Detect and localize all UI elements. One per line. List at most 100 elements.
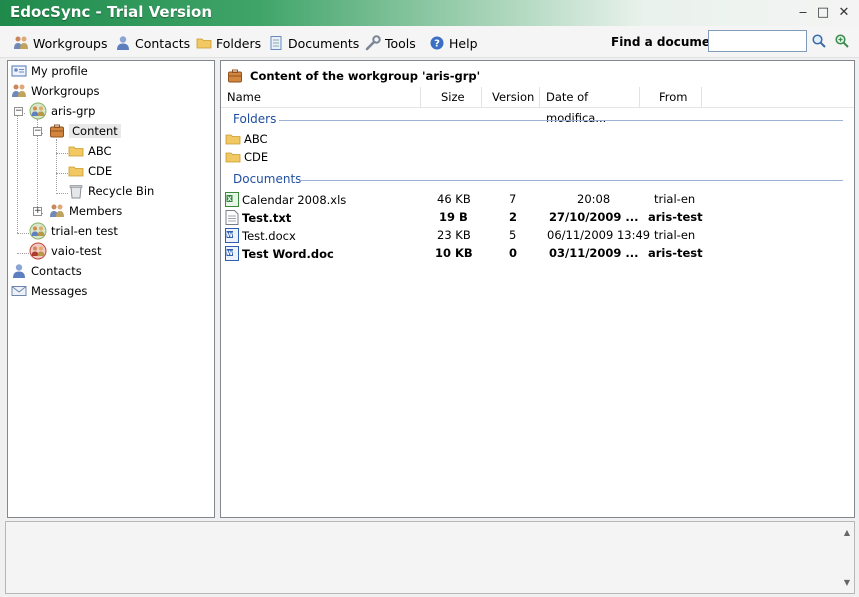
wrench-icon xyxy=(365,35,381,51)
navigation-tree: My profile Workgroups − aris-grp − Conte… xyxy=(7,60,215,518)
document-from: aris-test xyxy=(648,246,703,260)
title-bar: EdocSync - Trial Version ‒ □ ✕ xyxy=(0,0,859,26)
document-date: 20:08 xyxy=(577,192,611,206)
menu-tools-label: Tools xyxy=(385,35,416,51)
tree-item-content[interactable]: Content xyxy=(49,122,121,140)
document-row[interactable]: Test.txt 19 B 2 27/10/2009 ... aris-test xyxy=(225,209,845,227)
close-button[interactable]: ✕ xyxy=(835,4,853,22)
tree-item-abc[interactable]: ABC xyxy=(68,142,112,160)
document-size: 19 B xyxy=(439,210,468,224)
group-icon xyxy=(29,102,47,120)
document-date: 06/11/2009 13:49 xyxy=(547,228,651,242)
tree-item-vaio-test[interactable]: vaio-test xyxy=(29,242,102,260)
folder-name: ABC xyxy=(244,132,268,146)
document-size: 46 KB xyxy=(437,192,471,206)
document-row[interactable]: W Test Word.doc 10 KB 0 03/11/2009 ... a… xyxy=(225,245,845,263)
document-version: 5 xyxy=(509,228,517,242)
svg-text:W: W xyxy=(226,250,233,257)
minimize-button[interactable]: ‒ xyxy=(794,4,812,22)
column-header-version[interactable]: Version xyxy=(482,87,540,108)
document-row[interactable]: X Calendar 2008.xls 46 KB 7 20:08 trial-… xyxy=(225,191,845,209)
document-name: Calendar 2008.xls xyxy=(242,192,347,207)
document-from: aris-test xyxy=(648,210,703,224)
find-document-input[interactable] xyxy=(708,30,807,52)
column-header-name[interactable]: Name xyxy=(221,87,421,108)
collapse-aris-grp-toggle[interactable]: − xyxy=(14,107,23,116)
folder-row[interactable]: CDE xyxy=(225,149,845,167)
tree-item-label: Content xyxy=(69,124,121,138)
contacts-icon xyxy=(11,263,27,279)
folder-icon xyxy=(196,35,212,51)
menu-help[interactable]: ? Help xyxy=(429,33,478,53)
briefcase-icon xyxy=(49,123,65,139)
envelope-icon xyxy=(11,283,27,299)
window-title: EdocSync - Trial Version xyxy=(10,3,213,21)
briefcase-icon xyxy=(227,68,243,84)
contacts-icon xyxy=(115,35,131,51)
svg-text:?: ? xyxy=(434,39,440,50)
column-headers: Name Size Version Date of modifica... Fr… xyxy=(221,87,854,125)
folder-name: CDE xyxy=(244,150,269,164)
tree-item-label: ABC xyxy=(88,144,112,158)
collapse-content-toggle[interactable]: − xyxy=(33,127,42,136)
tree-item-label: CDE xyxy=(88,164,113,178)
content-title: Content of the workgroup 'aris-grp' xyxy=(250,69,481,83)
tree-item-aris-grp[interactable]: aris-grp xyxy=(29,102,95,120)
profile-card-icon xyxy=(11,63,27,79)
tree-item-members[interactable]: Members xyxy=(49,202,122,220)
document-size: 23 KB xyxy=(437,228,471,242)
column-header-date[interactable]: Date of modifica... xyxy=(540,87,640,125)
folder-row[interactable]: ABC xyxy=(225,131,845,149)
column-header-from[interactable]: From xyxy=(640,87,702,108)
folder-icon xyxy=(225,132,241,146)
message-panel: ▲ ▼ xyxy=(5,521,855,594)
document-row[interactable]: W Test.docx 23 KB 5 06/11/2009 13:49 tri… xyxy=(225,227,845,245)
menu-tools[interactable]: Tools xyxy=(365,33,416,53)
document-version: 7 xyxy=(509,192,517,206)
tree-item-messages[interactable]: Messages xyxy=(11,282,87,300)
menu-workgroups[interactable]: Workgroups xyxy=(13,33,107,53)
group-icon xyxy=(29,222,47,240)
tree-item-label: aris-grp xyxy=(51,104,96,118)
folder-icon xyxy=(68,163,84,179)
tree-item-recycle-bin[interactable]: Recycle Bin xyxy=(68,182,154,200)
document-name: Test.txt xyxy=(242,210,292,225)
tree-item-label: vaio-test xyxy=(51,244,102,258)
excel-icon: X xyxy=(225,192,239,207)
tree-item-workgroups[interactable]: Workgroups xyxy=(11,82,100,100)
document-name: Test Word.doc xyxy=(242,246,334,261)
menu-contacts-label: Contacts xyxy=(135,35,191,51)
tree-item-cde[interactable]: CDE xyxy=(68,162,112,180)
text-file-icon xyxy=(225,210,239,225)
menu-folders[interactable]: Folders xyxy=(196,33,261,53)
documents-group-label: Documents xyxy=(233,172,302,186)
tree-item-label: Workgroups xyxy=(31,84,100,98)
column-header-size[interactable]: Size xyxy=(421,87,482,108)
tree-item-trial-en-test[interactable]: trial-en test xyxy=(29,222,118,240)
document-version: 2 xyxy=(509,210,518,224)
tree-item-label: trial-en test xyxy=(51,224,118,238)
tree-item-my-profile[interactable]: My profile xyxy=(11,62,88,80)
menu-documents[interactable]: Documents xyxy=(268,33,359,53)
content-header: Content of the workgroup 'aris-grp' xyxy=(227,67,480,85)
menu-folders-label: Folders xyxy=(216,35,262,51)
document-size: 10 KB xyxy=(435,246,473,260)
svg-text:W: W xyxy=(226,232,233,239)
tree-item-label: Contacts xyxy=(31,264,82,278)
expand-members-toggle[interactable]: + xyxy=(33,207,42,216)
document-name: Test.docx xyxy=(242,228,296,243)
group-error-icon xyxy=(29,242,47,260)
tree-item-contacts[interactable]: Contacts xyxy=(11,262,82,280)
tree-item-label: Messages xyxy=(31,284,88,298)
menu-contacts[interactable]: Contacts xyxy=(115,33,190,53)
maximize-button[interactable]: □ xyxy=(814,4,832,22)
advanced-search-icon[interactable] xyxy=(834,33,850,49)
word-icon: W xyxy=(225,246,239,261)
document-icon xyxy=(268,35,284,51)
workgroups-icon xyxy=(13,35,29,51)
search-icon[interactable] xyxy=(811,33,827,49)
workgroups-icon xyxy=(11,83,27,99)
help-icon: ? xyxy=(429,35,445,51)
scroll-down-arrow[interactable]: ▼ xyxy=(841,577,853,589)
scroll-up-arrow[interactable]: ▲ xyxy=(841,527,853,539)
